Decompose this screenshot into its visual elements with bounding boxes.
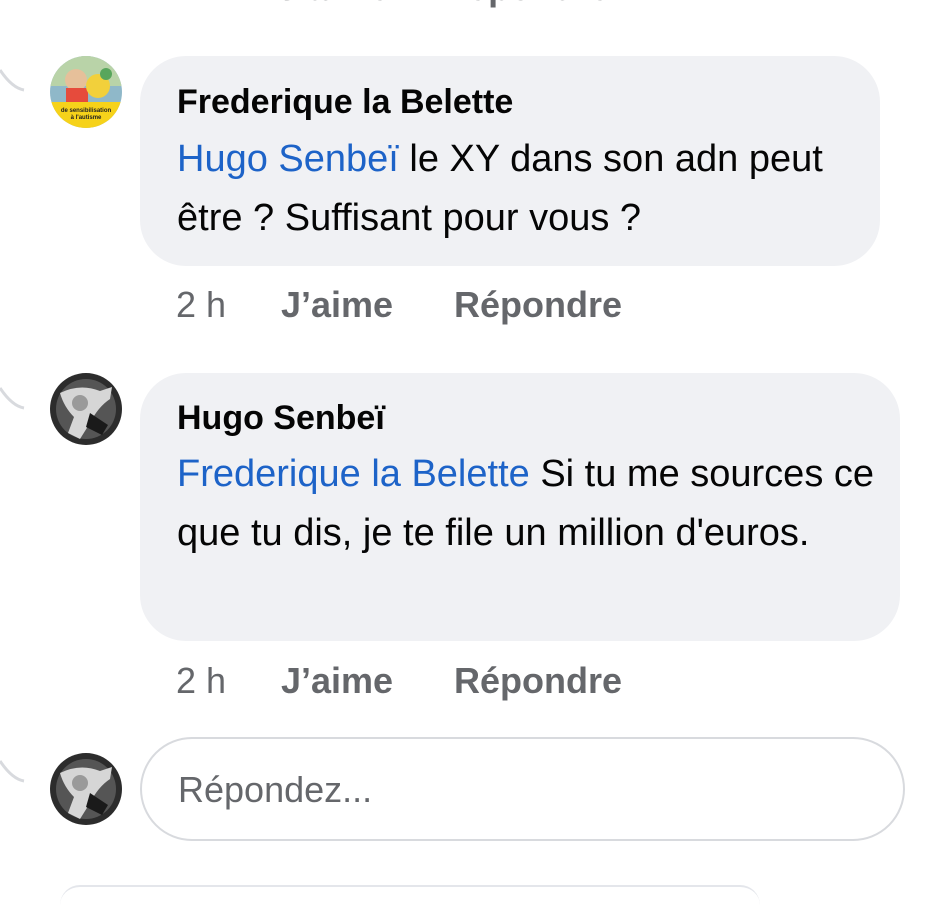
next-element-edge bbox=[60, 885, 760, 907]
comment-author[interactable]: Hugo Senbeï bbox=[177, 399, 385, 438]
thread-connector-icon bbox=[0, 760, 25, 783]
thread-connector-icon bbox=[0, 387, 25, 410]
profile-photo-badge-icon: de sensibilisation à l'autisme bbox=[50, 56, 122, 128]
reply-button[interactable]: Répondre bbox=[454, 660, 622, 702]
comment-time: 2 h bbox=[176, 284, 227, 325]
comment-body: Hugo Senbeï le XY dans son adn peut être… bbox=[177, 130, 857, 248]
previous-comment-time: 2 h bbox=[176, 0, 226, 8]
comment-bubble: Frederique la Belette Hugo Senbeï le XY … bbox=[140, 56, 880, 266]
profile-photo-bw-icon bbox=[50, 753, 122, 825]
like-button[interactable]: J’aime bbox=[281, 284, 454, 326]
previous-comment-actions: 2 h J’aime Répondre bbox=[176, 0, 610, 8]
thread-connector-icon bbox=[0, 69, 25, 92]
comment-actions: 2 h J’aime Répondre bbox=[176, 660, 622, 702]
comment-body: Frederique la Belette Si tu me sources c… bbox=[177, 445, 877, 563]
avatar-hugo[interactable] bbox=[50, 373, 122, 445]
comment-bubble: Hugo Senbeï Frederique la Belette Si tu … bbox=[140, 373, 900, 641]
comment-time: 2 h bbox=[176, 660, 227, 701]
like-button[interactable]: J’aime bbox=[281, 660, 454, 702]
comment-author[interactable]: Frederique la Belette bbox=[177, 83, 513, 122]
previous-like-button[interactable]: J’aime bbox=[278, 0, 390, 8]
previous-reply-button[interactable]: Répondre bbox=[442, 0, 610, 8]
badge-line-1: de sensibilisation bbox=[61, 108, 112, 114]
comment-actions: 2 h J’aime Répondre bbox=[176, 284, 622, 326]
mention-link[interactable]: Frederique la Belette bbox=[177, 453, 530, 495]
avatar-frederique[interactable]: de sensibilisation à l'autisme bbox=[50, 56, 122, 128]
reply-input-placeholder: Répondez... bbox=[178, 769, 373, 810]
reply-button[interactable]: Répondre bbox=[454, 284, 622, 326]
badge-line-2: à l'autisme bbox=[71, 115, 102, 121]
reply-input[interactable]: Répondez... bbox=[140, 737, 905, 841]
avatar-current-user bbox=[50, 753, 122, 825]
mention-link[interactable]: Hugo Senbeï bbox=[177, 138, 399, 180]
profile-photo-bw-icon bbox=[50, 373, 122, 445]
